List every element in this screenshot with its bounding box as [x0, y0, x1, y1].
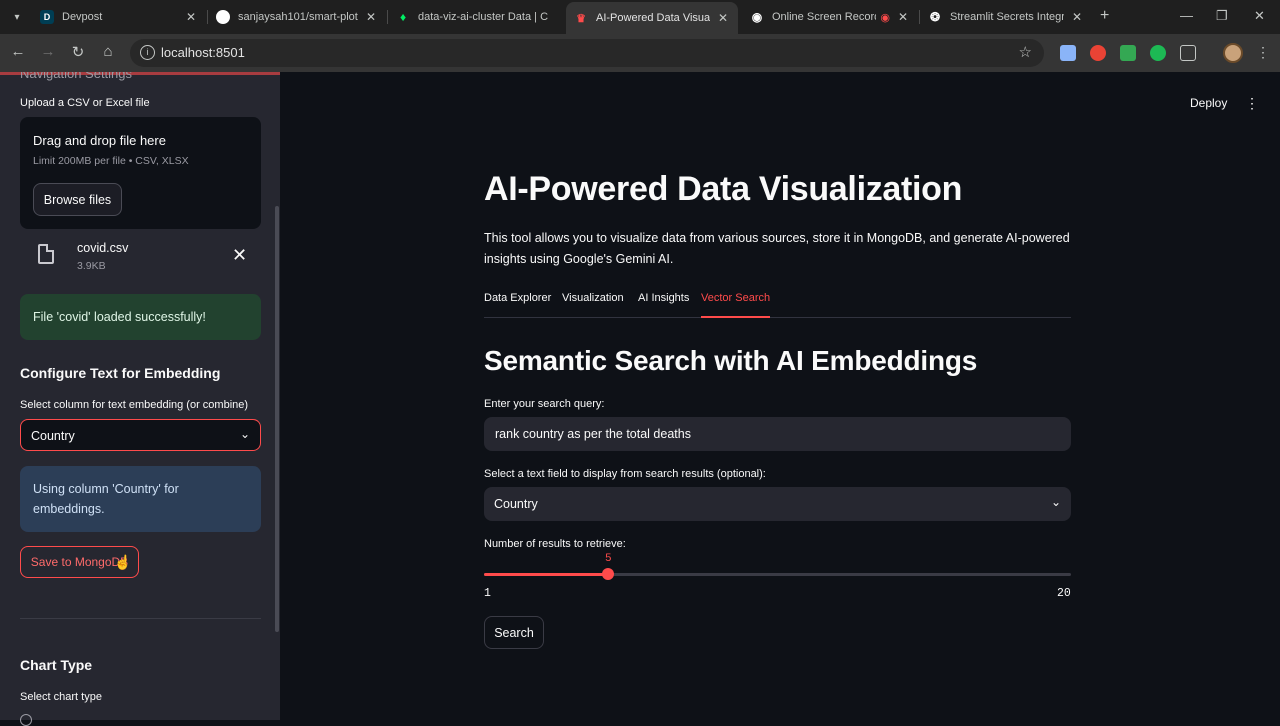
extension-green-circle-icon[interactable]: [1150, 45, 1166, 61]
chart-type-radio[interactable]: [20, 714, 32, 726]
upload-label: Upload a CSV or Excel file: [20, 97, 150, 109]
recorder-favicon-icon: ◉: [751, 10, 763, 24]
page-title: AI-Powered Data Visualization: [484, 170, 963, 208]
tab-search-button[interactable]: ▾: [6, 6, 28, 28]
bookmark-star-icon[interactable]: ☆: [1019, 43, 1032, 61]
browser-tab-screen-recorder[interactable]: ◉ Online Screen Recorde ◉ ✕: [742, 2, 918, 32]
tab-visualization[interactable]: Visualization: [562, 292, 624, 318]
embedding-column-select[interactable]: Country ⌄: [20, 419, 261, 451]
browser-menu-icon[interactable]: ⋮: [1256, 44, 1270, 61]
uploaded-file-name: covid.csv: [77, 241, 129, 255]
tab-close-icon[interactable]: ✕: [716, 11, 730, 25]
section-title: Semantic Search with AI Embeddings: [484, 345, 978, 376]
tab-data-explorer[interactable]: Data Explorer: [484, 292, 551, 318]
file-icon: [38, 244, 54, 264]
success-alert: File 'covid' loaded successfully!: [20, 294, 261, 340]
slider-fill: [484, 573, 608, 576]
devpost-favicon-icon: D: [40, 10, 54, 24]
tab-title: Streamlit Secrets Integratio: [950, 11, 1064, 23]
chart-type-select-label: Select chart type: [20, 691, 102, 703]
reload-icon[interactable]: ↻: [68, 43, 88, 61]
sidebar-scrollbar[interactable]: [275, 206, 279, 632]
openai-favicon-icon: ❂: [929, 10, 941, 24]
slider-min-label: 1: [484, 587, 491, 600]
recording-indicator-icon: ◉: [880, 11, 890, 24]
chart-type-heading: Chart Type: [20, 657, 93, 673]
uploaded-file-row: covid.csv 3.9KB ✕: [20, 238, 261, 278]
maximize-icon[interactable]: ❐: [1216, 8, 1228, 24]
dropzone-title: Drag and drop file here: [33, 133, 166, 148]
browser-tab-github[interactable]: sanjaysah101/smart-plot: S ✕: [208, 2, 386, 32]
back-icon[interactable]: ←: [8, 43, 28, 60]
tab-close-icon[interactable]: ✕: [1070, 10, 1084, 24]
forward-icon[interactable]: →: [38, 43, 58, 60]
embedding-select-label: Select column for text embedding (or com…: [20, 399, 249, 411]
extension-puzzle-green-icon[interactable]: [1120, 45, 1136, 61]
page-description: This tool allows you to visualize data f…: [484, 231, 1070, 266]
deploy-button[interactable]: Deploy: [1190, 96, 1227, 110]
app-menu-icon[interactable]: ⋮: [1245, 95, 1259, 112]
minimize-icon[interactable]: —: [1180, 8, 1193, 23]
tab-title: sanjaysah101/smart-plot: S: [238, 11, 358, 23]
remove-file-icon[interactable]: ✕: [232, 245, 247, 266]
profile-avatar[interactable]: [1223, 43, 1243, 63]
browser-tab-streamlit-app[interactable]: ♛ AI-Powered Data Visualizat ✕: [566, 2, 738, 34]
tab-ai-insights[interactable]: AI Insights: [638, 292, 689, 318]
dropzone-limit: Limit 200MB per file • CSV, XLSX: [33, 155, 189, 167]
search-query-field: [484, 417, 1071, 451]
tab-title: AI-Powered Data Visualizat: [596, 12, 710, 24]
tab-close-icon[interactable]: ✕: [896, 10, 910, 24]
browser-toolbar: ← → ↻ ⌂ i localhost:8501 ☆ ⋮: [0, 34, 1280, 72]
tab-title: data-viz-ai-cluster Data | C: [418, 11, 549, 23]
display-field-select[interactable]: Country ⌄: [484, 487, 1071, 521]
tab-title: Devpost: [62, 11, 103, 23]
tab-title: Online Screen Recorde: [772, 11, 877, 23]
mouse-pointer-icon: ☝: [114, 554, 132, 570]
slider-max-label: 20: [1057, 587, 1071, 600]
extension-recorder-icon[interactable]: [1090, 45, 1106, 61]
info-alert: Using column 'Country' for embeddings.: [20, 466, 261, 532]
streamlit-crown-icon: ♛: [576, 12, 586, 25]
browser-tab-streamlit-secrets[interactable]: ❂ Streamlit Secrets Integratio ✕: [920, 2, 1092, 32]
sidebar-partial-heading: Navigation Settings: [20, 72, 133, 81]
query-label: Enter your search query:: [484, 398, 605, 410]
extension-screenshot-icon[interactable]: [1060, 45, 1076, 61]
slider-handle[interactable]: [602, 568, 614, 580]
home-icon[interactable]: ⌂: [98, 43, 118, 60]
uploaded-file-size: 3.9KB: [77, 260, 106, 272]
field-select-label: Select a text field to display from sear…: [484, 468, 766, 480]
tab-close-icon[interactable]: ✕: [364, 10, 378, 24]
tab-vector-search[interactable]: Vector Search: [701, 292, 771, 318]
display-field-value: Country: [494, 497, 538, 511]
slider-current-value: 5: [605, 553, 612, 565]
search-query-input[interactable]: [484, 417, 1071, 451]
browser-tab-mongodb[interactable]: ♦ data-viz-ai-cluster Data | C: [388, 2, 566, 32]
site-info-icon[interactable]: i: [140, 45, 155, 60]
new-tab-icon[interactable]: +: [1100, 7, 1109, 25]
address-bar[interactable]: i localhost:8501 ☆: [130, 39, 1044, 67]
section-tabs: Data Explorer Visualization AI Insights …: [484, 292, 1071, 318]
address-url: localhost:8501: [161, 45, 245, 60]
github-favicon-icon: [216, 10, 230, 24]
sidebar-divider: [20, 618, 261, 619]
search-button[interactable]: Search: [484, 616, 544, 649]
embedding-column-value: Country: [31, 429, 75, 443]
tab-close-icon[interactable]: ✕: [184, 10, 198, 24]
window-close-icon[interactable]: ✕: [1254, 8, 1265, 24]
extensions-puzzle-icon[interactable]: [1180, 45, 1196, 61]
browser-tab-devpost[interactable]: D Devpost ✕: [32, 2, 206, 32]
results-count-label: Number of results to retrieve:: [484, 538, 626, 550]
mongodb-leaf-icon: ♦: [399, 10, 407, 24]
embedding-heading: Configure Text for Embedding: [20, 365, 221, 381]
chevron-down-icon: ⌄: [1050, 495, 1061, 509]
chevron-down-icon: ⌄: [239, 427, 250, 441]
browser-tab-bar: ▾ D Devpost ✕ sanjaysah101/smart-plot: S…: [0, 0, 1280, 34]
results-slider[interactable]: 5: [484, 553, 1071, 580]
browse-files-button[interactable]: Browse files: [33, 183, 122, 216]
